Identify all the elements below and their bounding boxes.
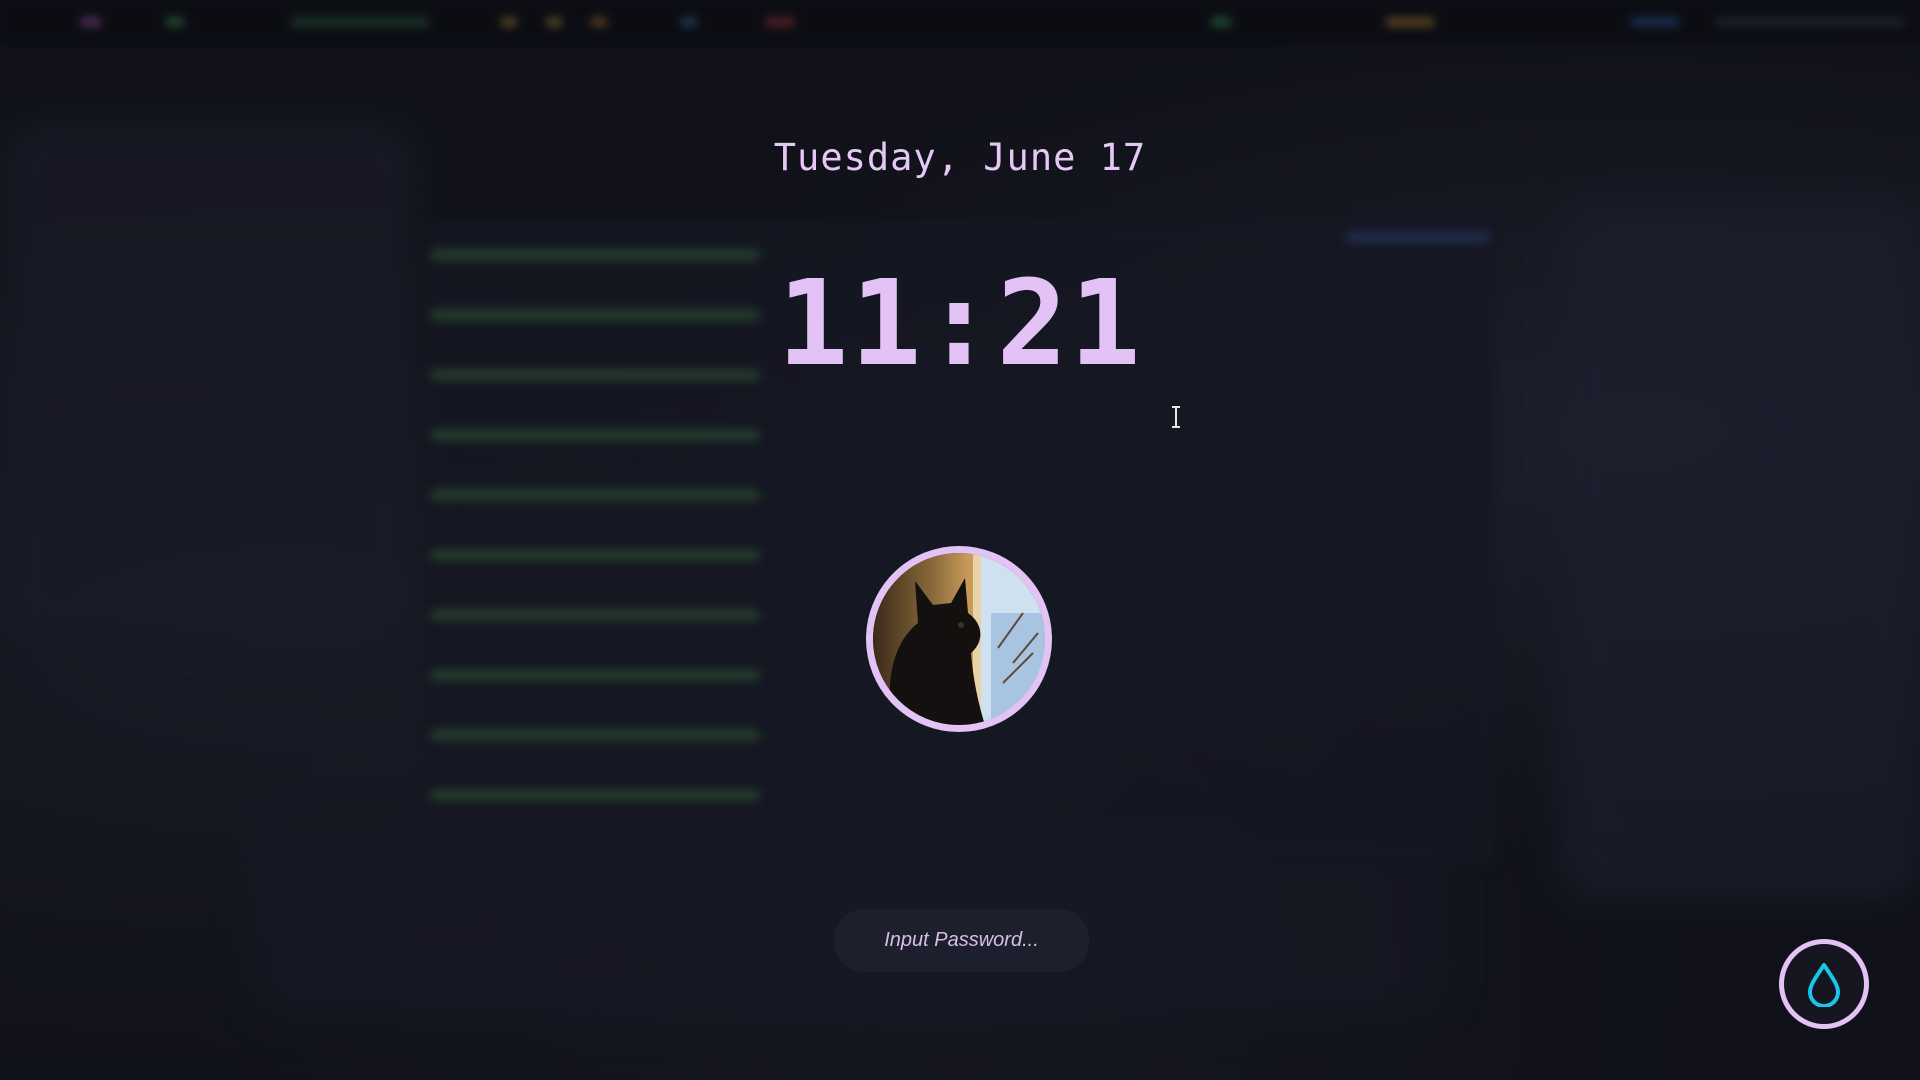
water-drop-button[interactable]	[1779, 939, 1869, 1029]
lockscreen-date: Tuesday, June 17	[773, 136, 1147, 179]
lockscreen-clock: 11:21	[777, 254, 1143, 392]
password-input[interactable]	[834, 909, 1089, 972]
water-drop-icon	[1808, 963, 1840, 1007]
user-avatar	[866, 546, 1052, 732]
text-cursor-icon	[1172, 406, 1180, 428]
blurred-top-bar	[0, 0, 1920, 44]
